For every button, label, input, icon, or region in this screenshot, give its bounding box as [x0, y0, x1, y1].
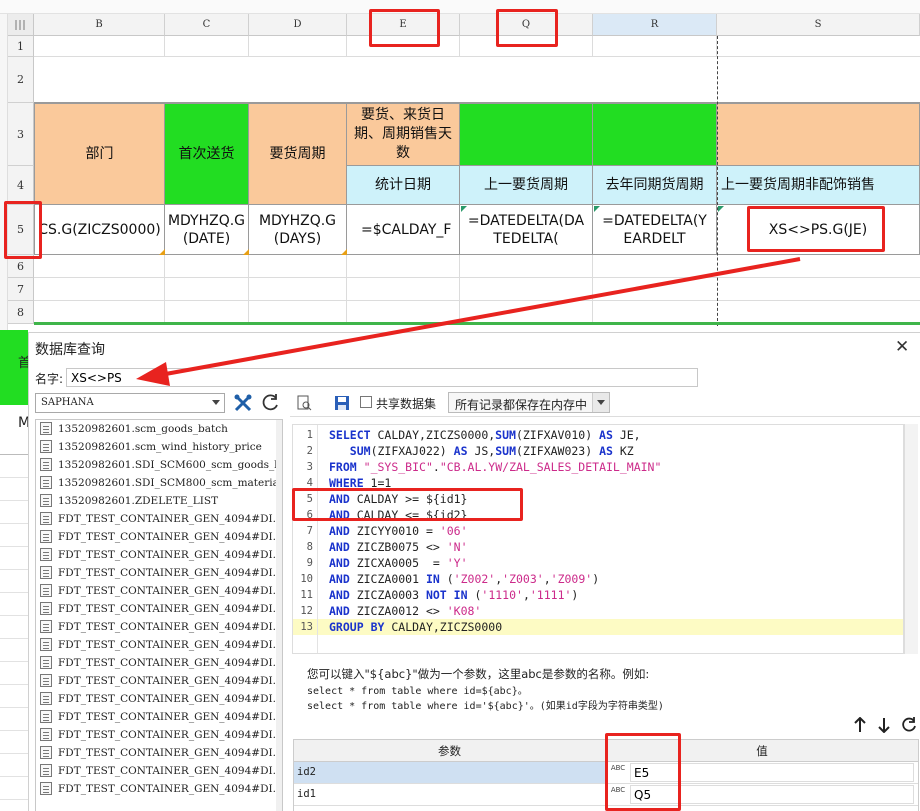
annotation-arrow [136, 257, 801, 386]
